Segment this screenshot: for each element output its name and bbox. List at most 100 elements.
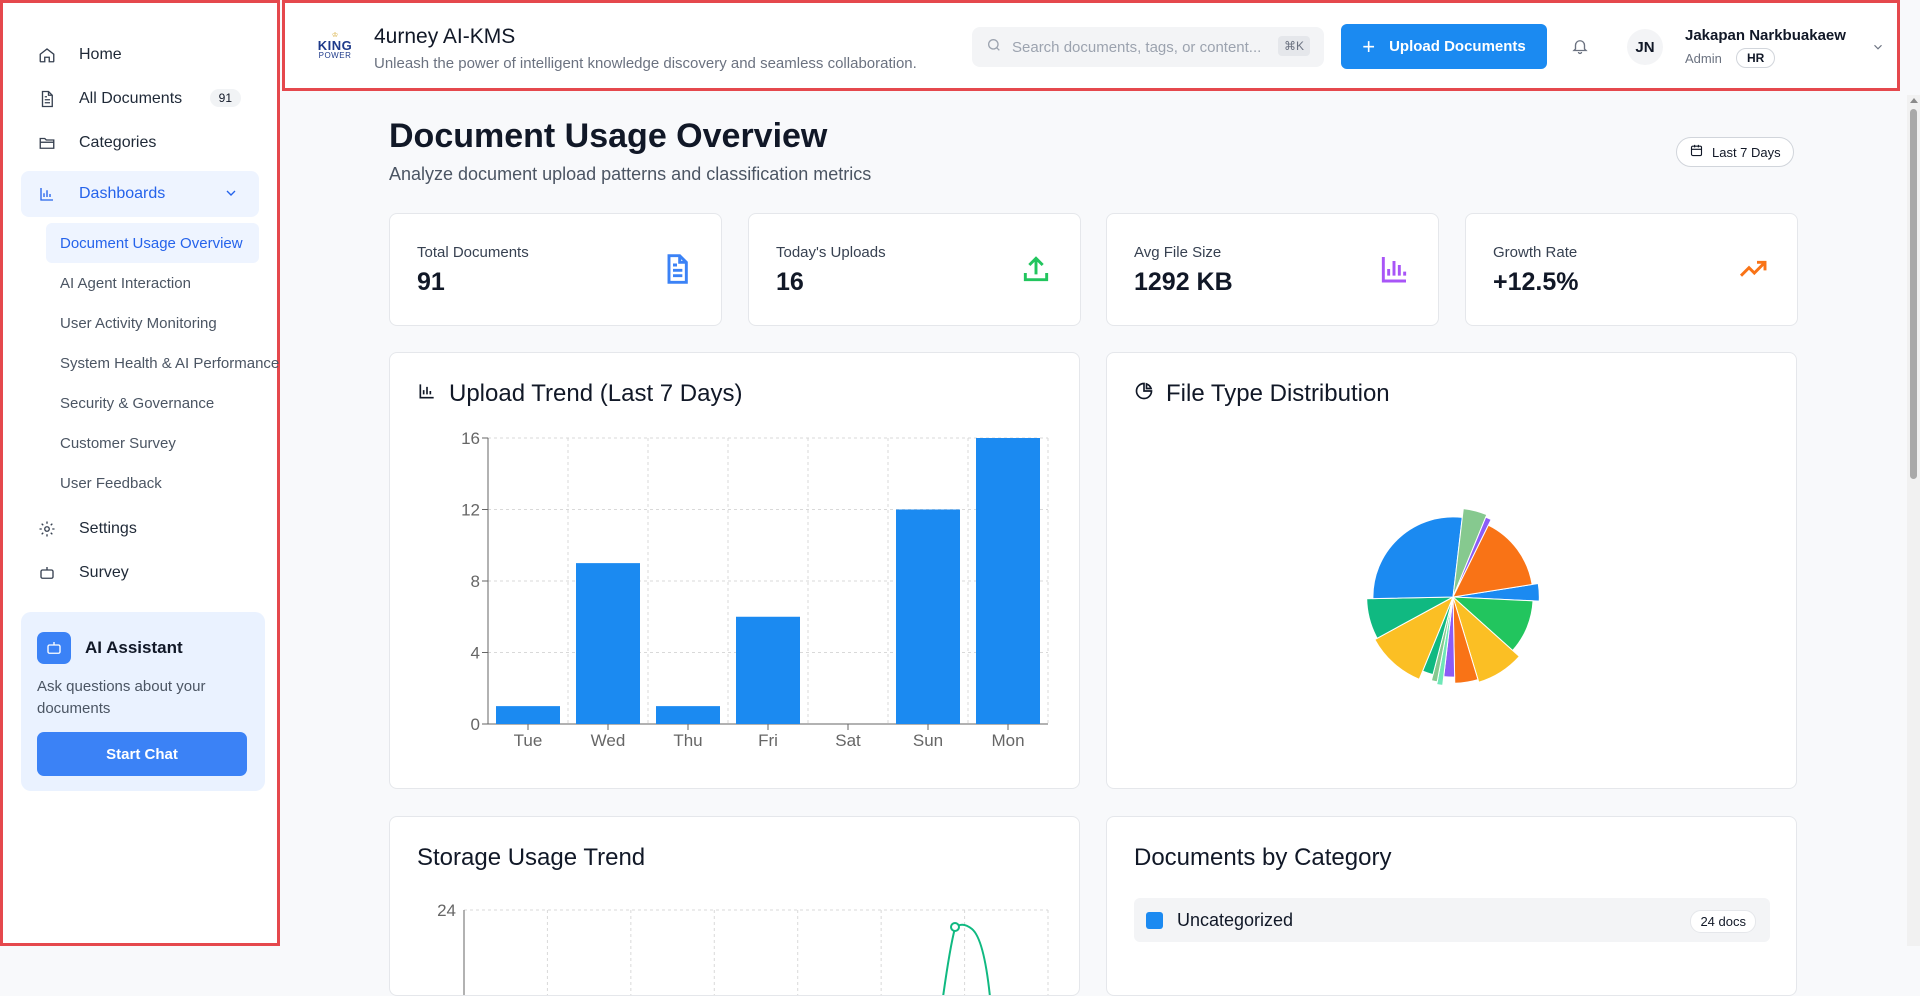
ai-assistant-title: AI Assistant <box>85 638 183 657</box>
category-row[interactable]: Uncategorized 24 docs <box>1134 898 1770 942</box>
sidebar-item-label: All Documents <box>79 90 183 107</box>
upload-documents-button[interactable]: + Upload Documents <box>1341 24 1547 69</box>
storage-usage-chart: 24 <box>437 901 1049 995</box>
start-chat-button[interactable]: Start Chat <box>37 732 247 776</box>
sidebar-item-all-documents[interactable]: All Documents 91 <box>21 77 259 121</box>
sidebar-item-settings[interactable]: Settings <box>21 507 259 551</box>
file-type-chart <box>1366 508 1540 686</box>
scroll-up-arrow[interactable] <box>1910 98 1918 103</box>
category-name: Uncategorized <box>1177 909 1294 930</box>
storage-usage-card: Storage Usage Trend 24 <box>389 816 1080 996</box>
search-input[interactable] <box>1012 38 1272 56</box>
app-tagline: Unleash the power of intelligent knowled… <box>374 55 917 72</box>
bar <box>976 438 1040 724</box>
submenu-item-system-health[interactable]: System Health & AI Performance <box>46 343 279 383</box>
stat-value: +12.5% <box>1493 268 1579 296</box>
user-name: Jakapan Narkbuakaew <box>1685 27 1846 44</box>
bot-icon <box>37 563 57 583</box>
submenu-item-user-feedback[interactable]: User Feedback <box>46 463 259 503</box>
scrollbar-thumb[interactable] <box>1910 109 1917 479</box>
chevron-down-icon <box>223 185 239 206</box>
gear-icon <box>37 519 57 539</box>
stat-card-todays-uploads: Today's Uploads 16 <box>748 213 1081 326</box>
card-title: Documents by Category <box>1134 844 1392 871</box>
search-box[interactable]: ⌘K <box>972 27 1324 67</box>
y-tick-label: 4 <box>471 644 480 663</box>
plus-icon: + <box>1362 33 1376 59</box>
bar-chart-icon <box>37 184 57 204</box>
stat-label: Total Documents <box>417 244 529 261</box>
stat-value: 16 <box>776 268 804 296</box>
bar <box>896 509 960 724</box>
document-icon <box>37 89 57 109</box>
sidebar-item-categories[interactable]: Categories <box>21 121 259 165</box>
king-power-logo: ♔ KING POWER <box>317 32 353 60</box>
pie-slice <box>1372 516 1463 600</box>
document-icon <box>661 252 693 286</box>
bar-chart-icon <box>1378 252 1410 286</box>
user-department-badge: HR <box>1736 48 1776 68</box>
submenu-item-ai-agent-interaction[interactable]: AI Agent Interaction <box>46 263 259 303</box>
stat-card-growth-rate: Growth Rate +12.5% <box>1465 213 1798 326</box>
bell-icon[interactable] <box>1571 37 1591 57</box>
sidebar-item-label: Categories <box>79 134 157 151</box>
x-tick-label: Mon <box>991 731 1024 750</box>
page-title: Document Usage Overview <box>389 117 828 155</box>
category-swatch <box>1146 911 1163 929</box>
y-tick-label: 24 <box>437 901 456 920</box>
bar <box>736 616 800 724</box>
sidebar-item-survey[interactable]: Survey <box>21 551 259 595</box>
sidebar-item-label: Dashboards <box>79 185 166 202</box>
app-title: 4urney AI-KMS <box>374 25 516 48</box>
date-range-button[interactable]: Last 7 Days <box>1676 137 1794 167</box>
sidebar-item-label: Home <box>79 46 122 63</box>
x-tick-label: Tue <box>514 731 543 750</box>
submenu-item-document-usage-overview[interactable]: Document Usage Overview <box>46 223 259 263</box>
documents-by-category-card: Documents by Category Uncategorized 24 d… <box>1106 816 1797 996</box>
x-tick-label: Sat <box>835 731 861 750</box>
y-tick-label: 12 <box>461 501 480 520</box>
user-role: Admin <box>1685 51 1722 66</box>
sidebar-item-label: Settings <box>79 520 137 537</box>
sidebar-item-dashboards[interactable]: Dashboards <box>21 171 259 217</box>
y-tick-label: 16 <box>461 429 480 448</box>
upload-trend-card: Upload Trend (Last 7 Days) 0 4 8 12 16 Tue Wed… <box>389 352 1080 789</box>
data-point <box>950 922 960 932</box>
stat-value: 91 <box>417 268 445 296</box>
submenu-item-customer-survey[interactable]: Customer Survey <box>46 423 259 463</box>
x-tick-label: Fri <box>758 731 778 750</box>
dashboards-submenu: Document Usage Overview AI Agent Interac… <box>46 223 279 503</box>
folder-icon <box>37 133 57 153</box>
document-count-badge: 91 <box>209 89 241 107</box>
y-tick-label: 0 <box>471 715 480 734</box>
bot-icon <box>37 632 71 664</box>
ai-assistant-description: Ask questions about your documents <box>37 678 206 717</box>
page-subtitle: Analyze document upload patterns and cla… <box>389 164 872 184</box>
upload-trend-chart: 0 4 8 12 16 Tue Wed Thu Fri Sat Sun Mon <box>461 429 1049 750</box>
vertical-scrollbar[interactable] <box>1907 95 1920 946</box>
stat-label: Growth Rate <box>1493 244 1578 261</box>
sidebar: Home All Documents 91 Categories Dashboa… <box>0 0 280 946</box>
file-type-card: File Type Distribution <box>1106 352 1797 789</box>
y-tick-label: 8 <box>471 572 480 591</box>
sidebar-nav: Home All Documents 91 Categories Dashboa… <box>3 3 279 595</box>
submenu-item-security-governance[interactable]: Security & Governance <box>46 383 259 423</box>
category-count-badge: 24 docs <box>1690 910 1756 933</box>
sidebar-item-home[interactable]: Home <box>21 33 259 77</box>
avatar[interactable]: JN <box>1627 29 1663 65</box>
series-line <box>942 923 991 995</box>
chevron-down-icon[interactable] <box>1871 40 1885 59</box>
sidebar-item-label: Survey <box>79 564 129 581</box>
trending-up-icon <box>1737 252 1769 286</box>
stat-label: Today's Uploads <box>776 244 886 261</box>
submenu-item-user-activity-monitoring[interactable]: User Activity Monitoring <box>46 303 259 343</box>
bar <box>656 706 720 724</box>
stat-card-avg-file-size: Avg File Size 1292 KB <box>1106 213 1439 326</box>
upload-icon <box>1020 252 1052 286</box>
x-tick-label: Wed <box>591 731 626 750</box>
stat-card-total-documents: Total Documents 91 <box>389 213 722 326</box>
calendar-icon <box>1689 143 1712 161</box>
bar <box>576 563 640 724</box>
bar <box>496 706 560 724</box>
x-tick-label: Sun <box>913 731 943 750</box>
